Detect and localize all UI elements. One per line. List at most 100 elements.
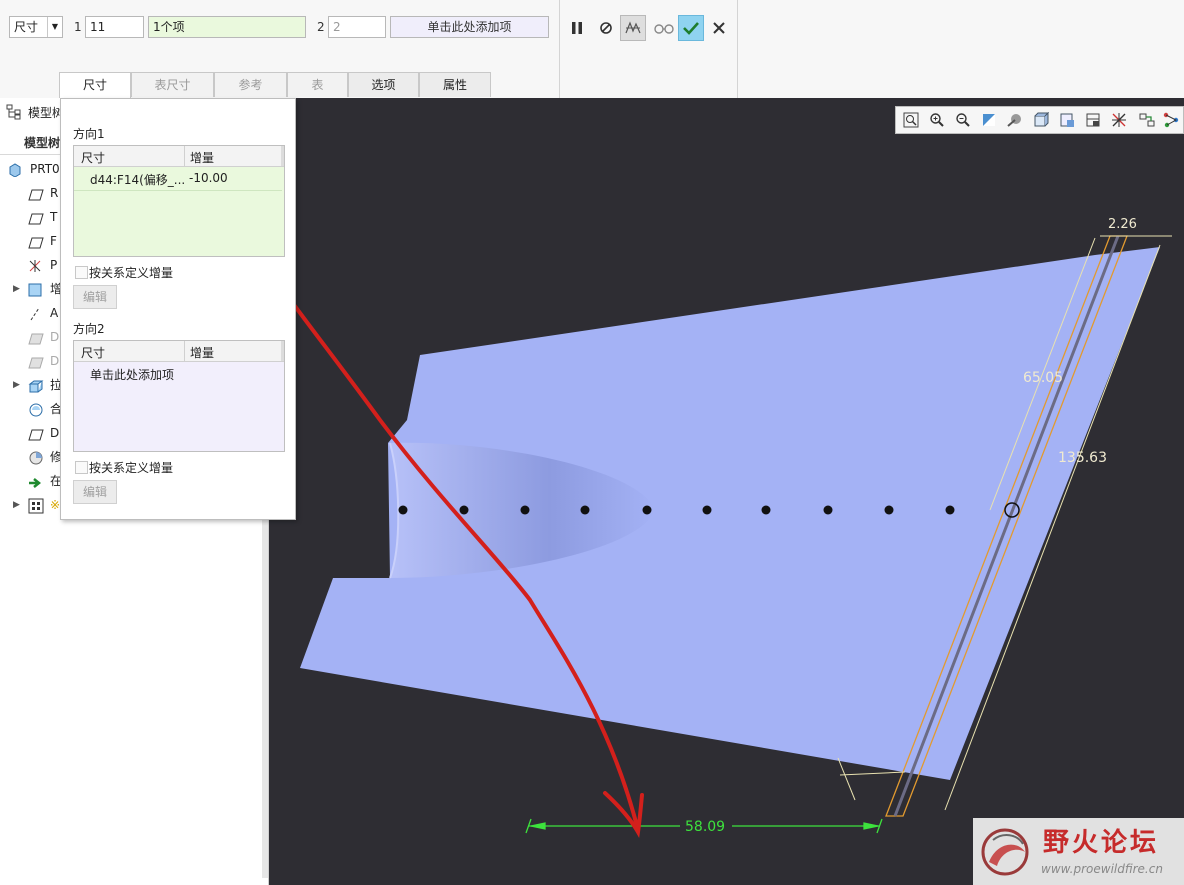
direction2-table[interactable]: 尺寸 增量 单击此处添加项: [73, 340, 285, 452]
stop-icon[interactable]: [593, 15, 619, 41]
pattern-point[interactable]: [823, 505, 833, 515]
tab-options[interactable]: 选项: [348, 72, 419, 97]
insert-arrow-icon: [28, 474, 44, 490]
direction1-table[interactable]: 尺寸 增量 d44:F14(偏移_... -10.00: [73, 145, 285, 257]
tab-table[interactable]: 表: [287, 72, 348, 97]
repaint-icon[interactable]: [978, 110, 1000, 130]
tab-reference[interactable]: 参考: [214, 72, 287, 97]
view-toolbar: [895, 106, 1184, 134]
pattern-point[interactable]: [702, 505, 712, 515]
dropdown-value: 尺寸: [14, 20, 39, 34]
refit-icon[interactable]: [900, 110, 922, 130]
preview-icon[interactable]: [620, 15, 646, 41]
relation-checkbox-1-label: 按关系定义增量: [89, 266, 174, 280]
cancel-x-icon[interactable]: [706, 15, 732, 41]
pause-icon[interactable]: [564, 15, 590, 41]
modify-icon: [28, 450, 44, 466]
forum-watermark: 野火论坛 www.proewildfire.cn: [973, 818, 1184, 885]
direction2-title: 方向2: [73, 322, 105, 336]
direction1-title: 方向1: [73, 127, 105, 141]
model-tree-icon: [6, 104, 22, 123]
watermark-title: 野火论坛: [1043, 828, 1160, 858]
relation-checkbox-2[interactable]: [75, 461, 88, 474]
display-style-icon[interactable]: [1004, 110, 1026, 130]
row-increment[interactable]: -10.00: [189, 171, 228, 185]
zoom-in-icon[interactable]: [926, 110, 948, 130]
col-increment: 增量: [190, 151, 215, 165]
tab-dimensions[interactable]: 尺寸: [59, 72, 131, 99]
dim-2-26[interactable]: 2.26: [1108, 217, 1137, 232]
direction1-label: 1: [74, 20, 82, 34]
model-tree-title: 模型树: [28, 106, 65, 120]
tree-item-label: A: [50, 306, 59, 320]
expand-arrow-icon[interactable]: ▶: [13, 494, 20, 516]
tree-item-label: P: [50, 258, 58, 272]
pattern-point[interactable]: [642, 505, 652, 515]
relation-checkbox-1[interactable]: [75, 266, 88, 279]
model-canvas: 2.26 65.05 135.63 58.09: [269, 217, 1172, 839]
relation-checkbox-2-label: 按关系定义增量: [89, 461, 174, 475]
feature-icon: [28, 282, 44, 298]
view-manager-icon[interactable]: [1056, 110, 1078, 130]
watermark-logo: [981, 828, 1029, 876]
merge-icon: [28, 402, 44, 418]
confirm-check-icon[interactable]: [678, 15, 704, 41]
annotation-display-icon[interactable]: [1136, 110, 1158, 130]
tree-item-label: D: [50, 330, 60, 344]
add-item-placeholder[interactable]: 单击此处添加项: [90, 366, 174, 383]
zoom-out-icon[interactable]: [952, 110, 974, 130]
tree-item-label: D: [50, 354, 60, 368]
tree-item-label: R: [50, 186, 59, 200]
col-dimension: 尺寸: [81, 151, 106, 165]
dim-135-63[interactable]: 135.63: [1058, 450, 1107, 466]
coordinate-system-icon: [28, 258, 44, 274]
tab-properties[interactable]: 属性: [419, 72, 491, 97]
part-icon: [8, 162, 24, 178]
dim-65-05[interactable]: 65.05: [1023, 370, 1063, 386]
datum-plane-icon: [28, 234, 44, 250]
tree-item-label: PRT0: [30, 162, 60, 176]
pattern-point[interactable]: [520, 505, 530, 515]
tree-item-label: T: [50, 210, 58, 224]
datum-plane-icon: [28, 426, 44, 442]
tree-item-label: F: [50, 234, 57, 248]
table-header: 尺寸 增量: [74, 146, 284, 167]
direction2-label: 2: [317, 20, 325, 34]
model-tree-tab[interactable]: 模型树: [24, 134, 60, 151]
pattern-point[interactable]: [459, 505, 469, 515]
glasses-icon[interactable]: [651, 15, 677, 41]
tab-table-dimensions[interactable]: 表尺寸: [131, 72, 214, 97]
watermark-url: www.proewildfire.cn: [1041, 862, 1163, 876]
edit-button-1[interactable]: 编辑: [73, 285, 117, 309]
axis-icon: [28, 306, 44, 322]
pattern-point[interactable]: [945, 505, 955, 515]
direction1-count-input[interactable]: 11: [85, 16, 144, 38]
direction2-count-input[interactable]: 2: [328, 16, 386, 38]
pattern-point[interactable]: [884, 505, 894, 515]
pattern-point[interactable]: [761, 505, 771, 515]
perspective-view-icon[interactable]: [1082, 110, 1104, 130]
saved-orientations-icon[interactable]: [1030, 110, 1052, 130]
datum-plane-gray-icon: [28, 330, 44, 346]
graphics-window[interactable]: 2.26 65.05 135.63 58.09 野火论坛 www.proewil…: [269, 98, 1184, 885]
dimension-type-dropdown[interactable]: 尺寸 ▼: [9, 16, 63, 38]
pattern-point[interactable]: [398, 505, 408, 515]
datum-display-icon[interactable]: [1108, 110, 1130, 130]
divider: [737, 0, 738, 98]
pattern-point[interactable]: [580, 505, 590, 515]
tree-item-label: D: [50, 426, 60, 440]
table-header: 尺寸 增量: [74, 341, 284, 362]
dim-58-09[interactable]: 58.09: [685, 819, 725, 835]
ribbon: 尺寸 ▼ 1 11 1个项 2 2 单击此处添加项 尺寸 表尺寸 参考 表 选项…: [0, 0, 1184, 99]
direction1-items-collector[interactable]: 1个项: [148, 16, 306, 38]
expand-arrow-icon[interactable]: ▶: [13, 278, 20, 300]
edit-button-2[interactable]: 编辑: [73, 480, 117, 504]
spin-center-icon[interactable]: [1160, 110, 1182, 130]
datum-plane-icon: [28, 210, 44, 226]
direction2-items-collector[interactable]: 单击此处添加项: [390, 16, 549, 38]
col-dimension: 尺寸: [81, 346, 106, 360]
divider: [559, 0, 560, 98]
expand-arrow-icon[interactable]: ▶: [13, 374, 20, 396]
table-row[interactable]: d44:F14(偏移_... -10.00: [74, 167, 282, 189]
pattern-dimensions-panel: 方向1 尺寸 增量 d44:F14(偏移_... -10.00 按关系定义增量 …: [60, 98, 296, 520]
